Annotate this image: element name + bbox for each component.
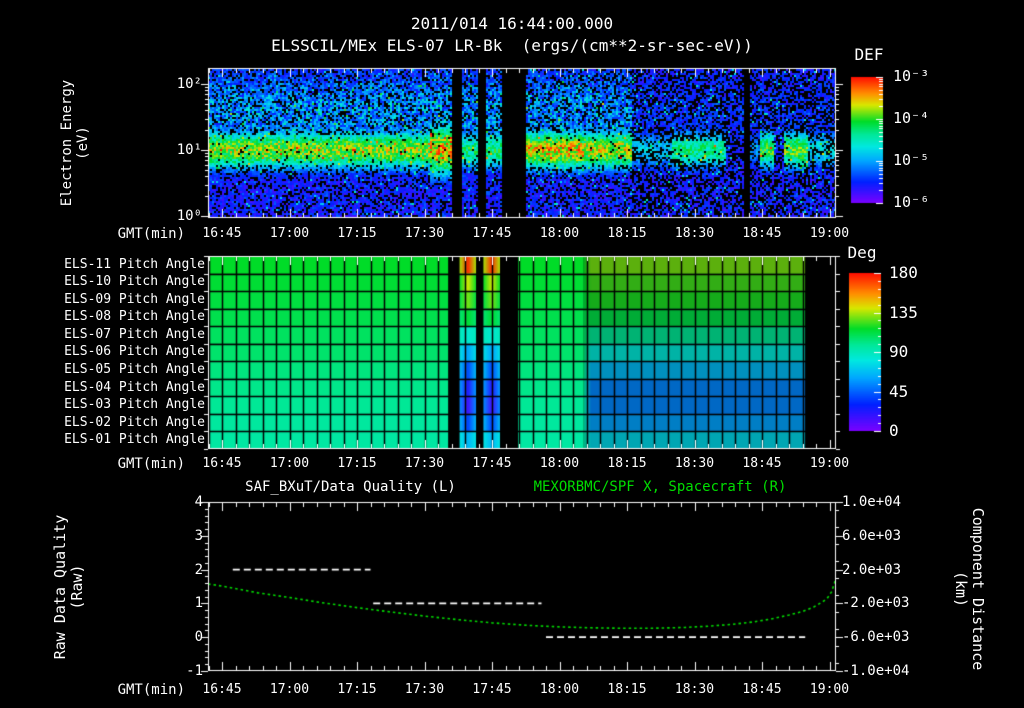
spectrogram-ytick-1: 10⁰ xyxy=(176,208,202,224)
time-tick: 17:30 xyxy=(404,456,445,471)
spectrogram-y-axis-title: Electron Energy (eV) xyxy=(59,63,95,223)
def-colorbar-tick-1e-6: 10⁻⁶ xyxy=(893,193,930,211)
time-tick: 17:00 xyxy=(269,456,310,471)
time-tick: 16:45 xyxy=(202,226,242,241)
time-tick: 19:00 xyxy=(809,682,850,697)
time-tick: 18:15 xyxy=(607,682,647,697)
pitch-row-label-els10: ELS-10 Pitch Angle xyxy=(64,274,205,290)
time-tick: 16:45 xyxy=(202,456,242,471)
time-tick: 17:15 xyxy=(337,456,377,471)
pitch-row-label-els06: ELS-06 Pitch Angle xyxy=(64,344,205,360)
pitch-row-label-els01: ELS-01 Pitch Angle xyxy=(64,432,205,448)
time-tick: 17:15 xyxy=(337,226,377,241)
pitch-row-label-els11: ELS-11 Pitch Angle xyxy=(64,256,205,272)
gmt-label: GMT(min) xyxy=(117,226,185,242)
time-tick: 17:45 xyxy=(472,226,512,241)
bottom-left-y-title-line2: (Raw) xyxy=(68,564,86,610)
bottom-rtick-m1e4: -1.0e+04 xyxy=(842,663,910,679)
time-tick: 18:00 xyxy=(539,682,580,697)
page-title-datetime: 2011/014 16:44:00.000 xyxy=(410,14,614,33)
pitch-row-label-els03: ELS-03 Pitch Angle xyxy=(64,397,205,413)
spectrogram-y-axis-title-line1: Electron Energy xyxy=(59,79,75,207)
def-colorbar-tick-1e-5: 10⁻⁵ xyxy=(893,151,930,169)
time-tick: 17:30 xyxy=(404,226,445,241)
pitch-row-label-els07: ELS-07 Pitch Angle xyxy=(64,326,205,342)
time-tick: 17:15 xyxy=(337,682,377,697)
def-colorbar-title: DEF xyxy=(854,45,884,64)
time-tick: 18:30 xyxy=(674,682,715,697)
time-tick: 19:00 xyxy=(809,226,850,241)
deg-colorbar-tick-180: 180 xyxy=(889,263,918,282)
time-tick: 18:15 xyxy=(607,456,647,471)
bottom-ytick-1: 1 xyxy=(194,595,203,611)
bottom-right-y-axis-title: Component Distance (km) xyxy=(946,489,987,689)
bottom-ytick-m1: -1 xyxy=(186,663,203,679)
time-tick: 18:00 xyxy=(539,226,580,241)
time-tick: 18:45 xyxy=(742,456,782,471)
time-tick: 18:30 xyxy=(674,226,715,241)
spectrogram-ytick-10: 10¹ xyxy=(176,142,202,158)
bottom-left-y-axis-title: Raw Data Quality (Raw) xyxy=(51,492,88,682)
pitch-row-label-els05: ELS-05 Pitch Angle xyxy=(64,362,205,378)
time-tick: 18:45 xyxy=(742,682,782,697)
bottom-ytick-3: 3 xyxy=(194,528,203,544)
bottom-rtick-m6e3: -6.0e+03 xyxy=(842,629,910,645)
time-tick: 18:15 xyxy=(607,226,647,241)
gmt-label: GMT(min) xyxy=(117,682,185,698)
def-colorbar-tick-1e-3: 10⁻³ xyxy=(893,67,930,85)
deg-colorbar-tick-135: 135 xyxy=(889,303,918,322)
bottom-title-right: MEXORBMC/SPF X, Spacecraft (R) xyxy=(533,479,787,495)
time-tick: 18:00 xyxy=(539,456,580,471)
bottom-title-left: SAF_BXuT/Data Quality (L) xyxy=(245,479,456,495)
pitch-time-axis: GMT(min) 16:45 17:00 17:15 17:30 17:45 1… xyxy=(0,456,1024,472)
bottom-ytick-4: 4 xyxy=(194,494,203,510)
bottom-left-y-title-line1: Raw Data Quality xyxy=(51,514,69,660)
pitch-row-label-els02: ELS-02 Pitch Angle xyxy=(64,414,205,430)
time-tick: 17:45 xyxy=(472,456,512,471)
def-colorbar-tick-1e-4: 10⁻⁴ xyxy=(893,109,930,127)
bottom-right-y-title-line2: (km) xyxy=(952,570,970,608)
spectrogram-time-axis: GMT(min) 16:45 17:00 17:15 17:30 17:45 1… xyxy=(0,226,1024,242)
time-tick: 16:45 xyxy=(202,682,242,697)
pitch-row-label-els08: ELS-08 Pitch Angle xyxy=(64,309,205,325)
pitch-row-label-els09: ELS-09 Pitch Angle xyxy=(64,291,205,307)
deg-colorbar-title: Deg xyxy=(847,243,877,262)
bottom-rtick-1e4: 1.0e+04 xyxy=(842,494,902,510)
spectrogram-y-axis-title-line2: (eV) xyxy=(75,126,91,160)
time-tick: 17:30 xyxy=(404,682,445,697)
time-tick: 18:45 xyxy=(742,226,782,241)
time-tick: 17:00 xyxy=(269,226,310,241)
deg-colorbar-tick-90: 90 xyxy=(889,342,909,361)
pitch-row-label-els04: ELS-04 Pitch Angle xyxy=(64,379,205,395)
deg-colorbar-tick-45: 45 xyxy=(889,382,909,401)
time-tick: 17:00 xyxy=(269,682,310,697)
spectrogram-ytick-100: 10² xyxy=(176,76,202,92)
time-tick: 19:00 xyxy=(809,456,850,471)
bottom-ytick-0: 0 xyxy=(194,629,203,645)
bottom-ytick-2: 2 xyxy=(194,562,203,578)
deg-colorbar-tick-0: 0 xyxy=(889,421,899,440)
bottom-rtick-2e3: 2.0e+03 xyxy=(842,562,902,578)
bottom-right-y-title-line1: Component Distance xyxy=(969,507,987,671)
gmt-label: GMT(min) xyxy=(117,456,185,472)
time-tick: 17:45 xyxy=(472,682,512,697)
time-tick: 18:30 xyxy=(674,456,715,471)
bottom-rtick-6e3: 6.0e+03 xyxy=(842,528,902,544)
bottom-time-axis: GMT(min) 16:45 17:00 17:15 17:30 17:45 1… xyxy=(0,682,1024,698)
bottom-rtick-m2e3: -2.0e+03 xyxy=(842,595,910,611)
